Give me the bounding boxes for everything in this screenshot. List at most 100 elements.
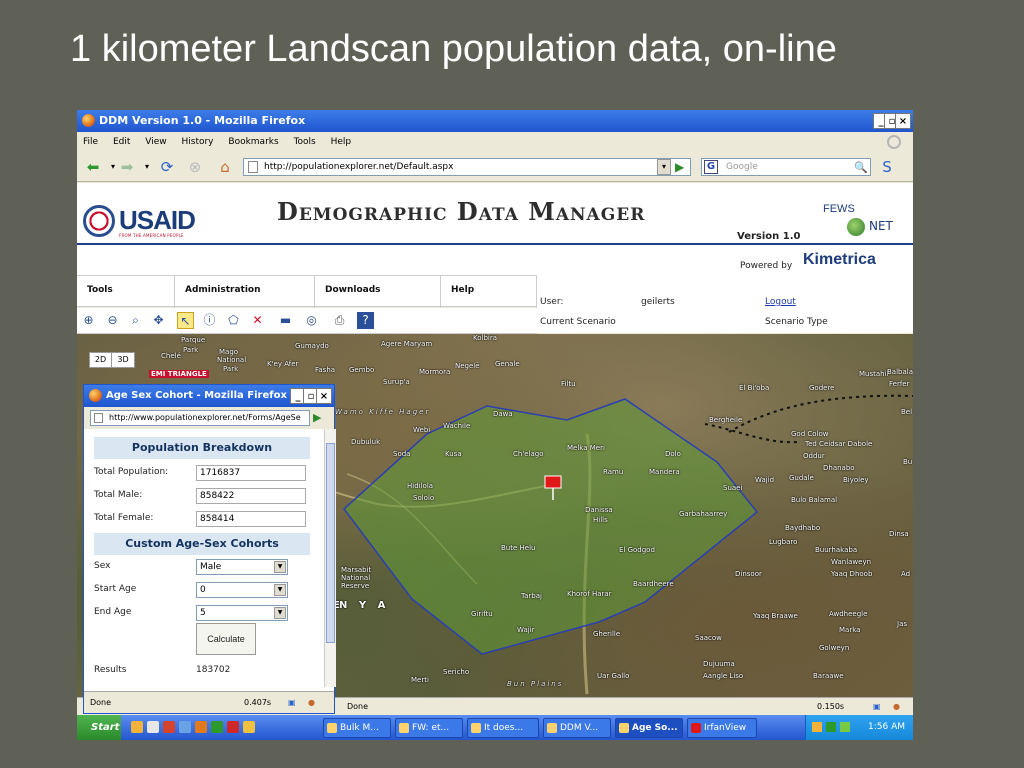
menu-tools[interactable]: Tools bbox=[294, 132, 316, 152]
quicklaunch-icon[interactable] bbox=[131, 721, 143, 733]
search-field[interactable]: G Google bbox=[701, 158, 871, 176]
clear-selection-icon[interactable]: ✕ bbox=[249, 312, 266, 329]
chevron-down-icon[interactable]: ▼ bbox=[274, 561, 286, 573]
menu-edit[interactable]: Edit bbox=[113, 132, 130, 152]
identify-icon[interactable]: ⓘ bbox=[201, 312, 218, 329]
tray-icon[interactable] bbox=[826, 722, 836, 732]
popup-go-icon[interactable]: ▶ bbox=[313, 410, 329, 426]
view-2d-button[interactable]: 2D bbox=[90, 353, 112, 367]
chevron-down-icon[interactable]: ▼ bbox=[274, 584, 286, 596]
layout-icon[interactable]: ▣ bbox=[288, 692, 296, 714]
place-label: Dujuuma bbox=[703, 660, 735, 668]
start-button[interactable]: Start bbox=[77, 715, 121, 740]
task-irfanview[interactable]: IrfanView bbox=[687, 718, 757, 738]
home-icon[interactable]: ⌂ bbox=[215, 158, 235, 176]
popup-close-button[interactable]: × bbox=[316, 388, 332, 404]
measure-icon[interactable]: ▬ bbox=[277, 312, 294, 329]
border-line bbox=[704, 423, 798, 444]
task-age-sex-cohort[interactable]: Age So... bbox=[615, 718, 683, 738]
task-it-does[interactable]: It does... bbox=[467, 718, 539, 738]
quicklaunch-icon[interactable] bbox=[195, 721, 207, 733]
app-menu-administration[interactable]: Administration bbox=[175, 276, 315, 308]
place-label: Danissa bbox=[585, 506, 613, 514]
place-label: Ferfer bbox=[889, 380, 910, 388]
zoom-in-icon[interactable]: ⊕ bbox=[80, 312, 97, 329]
url-history-dropdown[interactable]: ▾ bbox=[657, 159, 671, 175]
globe-view-icon[interactable]: ◎ bbox=[303, 312, 320, 329]
quicklaunch-icon[interactable] bbox=[147, 721, 159, 733]
popup-status-time: 0.407s bbox=[244, 698, 272, 707]
app-menu-help[interactable]: Help bbox=[441, 276, 537, 308]
total-male-field[interactable]: 858422 bbox=[196, 488, 306, 504]
tray-icon[interactable] bbox=[840, 722, 850, 732]
forward-icon[interactable]: ➡ bbox=[117, 158, 137, 176]
calculate-button[interactable]: Calculate bbox=[196, 623, 256, 655]
selected-area-polygon[interactable] bbox=[342, 398, 759, 655]
menu-file[interactable]: File bbox=[83, 132, 98, 152]
zoom-out-icon[interactable]: ⊖ bbox=[104, 312, 121, 329]
close-button[interactable]: × bbox=[895, 113, 911, 129]
sex-select[interactable]: Male ▼ bbox=[196, 559, 288, 575]
search-icon[interactable]: 🔍 bbox=[851, 159, 871, 177]
menu-view[interactable]: View bbox=[145, 132, 166, 152]
task-fw-email[interactable]: FW: et... bbox=[395, 718, 463, 738]
task-label: Age So... bbox=[632, 723, 678, 733]
version-label: Version 1.0 bbox=[737, 231, 801, 242]
print-icon[interactable]: ⎙ bbox=[331, 312, 348, 329]
app-menu-tools[interactable]: Tools bbox=[77, 276, 175, 308]
logout-link[interactable]: Logout bbox=[765, 297, 796, 307]
select-arrow-icon[interactable]: ↖ bbox=[177, 312, 194, 329]
quicklaunch-icon[interactable] bbox=[211, 721, 223, 733]
sex-label: Sex bbox=[94, 561, 111, 571]
popup-scrollbar[interactable] bbox=[324, 429, 336, 687]
place-label: Baraawe bbox=[813, 672, 844, 680]
view-3d-button[interactable]: 3D bbox=[112, 353, 134, 367]
breakdown-heading: Population Breakdown bbox=[94, 437, 310, 459]
place-label: Sololo bbox=[413, 494, 435, 502]
firebug-icon[interactable]: ● bbox=[308, 692, 315, 714]
forward-dropdown-icon[interactable]: ▾ bbox=[137, 158, 157, 176]
tray-icon[interactable] bbox=[812, 722, 822, 732]
end-age-select[interactable]: 5 ▼ bbox=[196, 605, 288, 621]
place-label: Surup'a bbox=[383, 378, 410, 386]
scrollbar-thumb[interactable] bbox=[326, 443, 335, 643]
firebug-icon[interactable]: ● bbox=[893, 698, 900, 715]
chevron-down-icon[interactable]: ▼ bbox=[274, 607, 286, 619]
start-age-select[interactable]: 0 ▼ bbox=[196, 582, 288, 598]
skype-icon[interactable]: S bbox=[877, 158, 897, 176]
results-label: Results bbox=[94, 665, 127, 675]
pan-icon[interactable]: ✥ bbox=[150, 312, 167, 329]
place-label: Oddur bbox=[803, 452, 825, 460]
total-female-label: Total Female: bbox=[94, 513, 154, 523]
app-menu-downloads[interactable]: Downloads bbox=[315, 276, 441, 308]
menu-help[interactable]: Help bbox=[331, 132, 352, 152]
polygon-select-icon[interactable]: ⬠ bbox=[225, 312, 242, 329]
quicklaunch-icon[interactable] bbox=[243, 721, 255, 733]
help-icon[interactable]: ? bbox=[357, 312, 374, 329]
popup-url-bar[interactable]: http://www.populationexplorer.net/Forms/… bbox=[90, 410, 310, 426]
url-bar[interactable]: http://populationexplorer.net/Default.as… bbox=[243, 158, 691, 176]
zoom-box-icon[interactable]: ⌕ bbox=[127, 312, 144, 329]
menu-history[interactable]: History bbox=[181, 132, 213, 152]
go-icon[interactable]: ▶ bbox=[675, 159, 691, 175]
reload-icon[interactable]: ⟳ bbox=[157, 158, 177, 176]
place-label: Buurhakaba bbox=[815, 546, 858, 554]
quicklaunch-icon[interactable] bbox=[179, 721, 191, 733]
quicklaunch-icon[interactable] bbox=[227, 721, 239, 733]
quicklaunch-icon[interactable] bbox=[163, 721, 175, 733]
slide-title: 1 kilometer Landscan population data, on… bbox=[70, 28, 837, 70]
place-label: Kolbira bbox=[473, 334, 498, 342]
place-label: Mago bbox=[219, 348, 239, 356]
task-bulk-mail[interactable]: Bulk M... bbox=[323, 718, 391, 738]
stop-icon[interactable]: ⊗ bbox=[185, 158, 205, 176]
menu-bookmarks[interactable]: Bookmarks bbox=[228, 132, 278, 152]
popup-title: Age Sex Cohort - Mozilla Firefox bbox=[106, 390, 287, 401]
back-icon[interactable]: ⬅ bbox=[83, 158, 103, 176]
task-label: IrfanView bbox=[704, 723, 747, 733]
total-population-field[interactable]: 1716837 bbox=[196, 465, 306, 481]
total-female-field[interactable]: 858414 bbox=[196, 511, 306, 527]
end-age-label: End Age bbox=[94, 607, 132, 617]
task-ddm[interactable]: DDM V... bbox=[543, 718, 611, 738]
total-population-label: Total Population: bbox=[94, 467, 169, 477]
layout-icon[interactable]: ▣ bbox=[873, 698, 881, 715]
